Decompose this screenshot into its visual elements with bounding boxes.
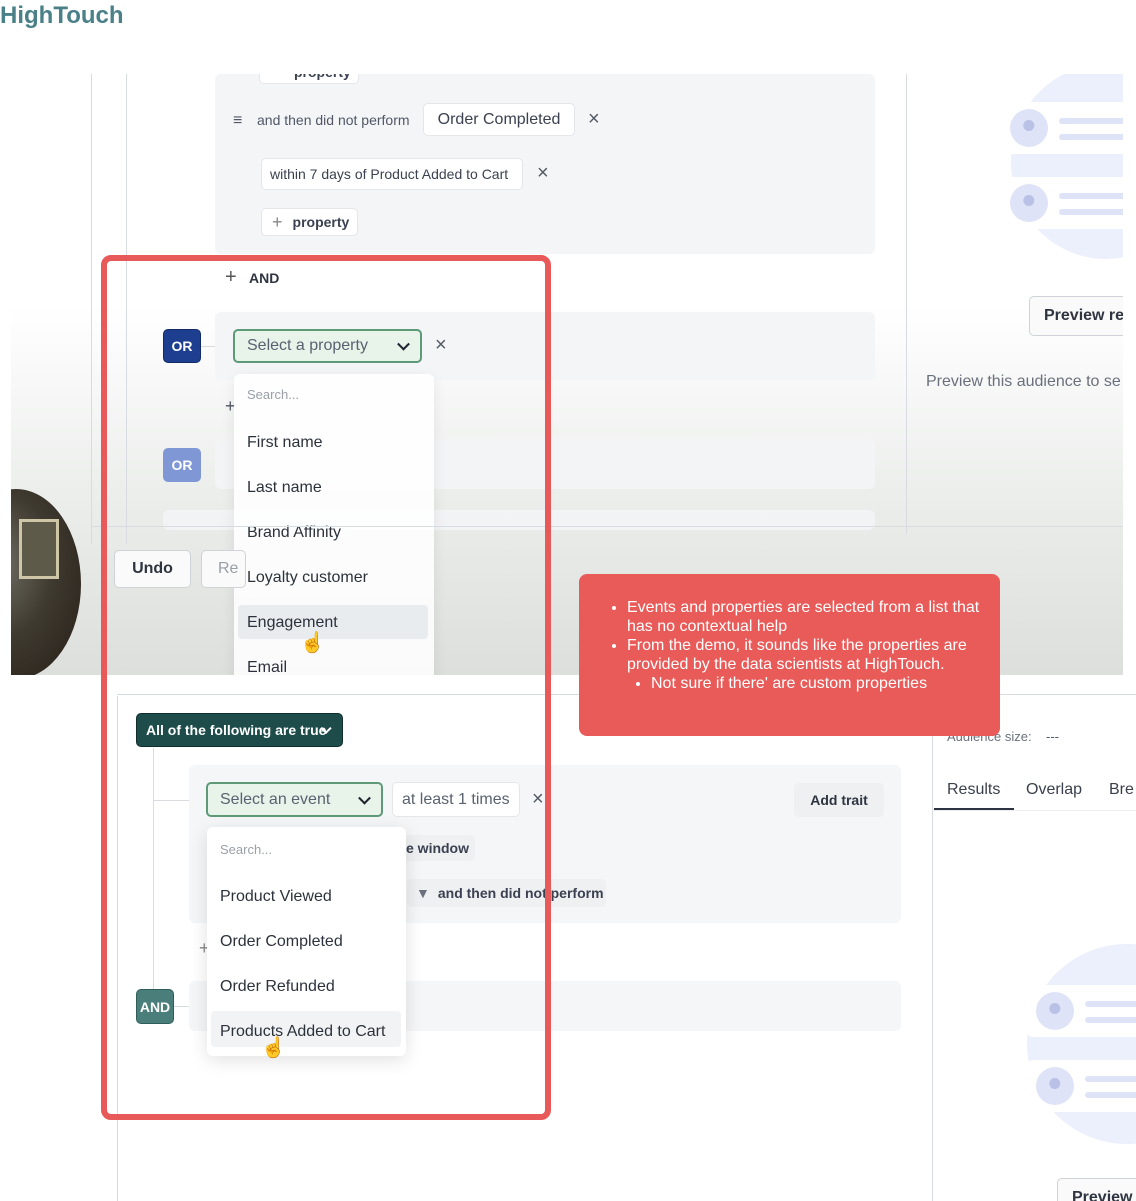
close-icon[interactable]: × — [588, 109, 600, 129]
placeholder-bar — [1085, 1092, 1136, 1098]
preview-results-button[interactable]: Preview re — [1029, 296, 1123, 336]
add-and-label[interactable]: AND — [249, 270, 279, 286]
placeholder-bar — [1085, 1017, 1136, 1023]
property-option[interactable]: First name — [247, 434, 323, 452]
preview-hint-text: Preview this audience to se — [926, 373, 1121, 390]
annotation-note: Events and properties are selected from … — [579, 574, 1000, 736]
avatar-icon — [1010, 184, 1048, 222]
plus-icon[interactable]: + — [225, 266, 237, 289]
placeholder-bar — [1085, 1001, 1136, 1007]
placeholder-bar — [1059, 118, 1123, 124]
event-dropdown-menu: Search... Product Viewed Order Completed… — [207, 827, 406, 1056]
event-option[interactable]: Order Refunded — [220, 978, 335, 996]
note-list: Events and properties are selected from … — [607, 598, 980, 693]
or-badge[interactable]: OR — [163, 329, 201, 363]
tree-line — [153, 800, 189, 801]
avatar-icon — [1010, 109, 1048, 147]
tree-line — [91, 74, 92, 544]
placeholder-bar — [1059, 209, 1123, 215]
tree-line — [153, 748, 154, 1008]
tab-breakdown[interactable]: Bre — [1109, 781, 1134, 799]
property-chip[interactable]: property — [259, 74, 359, 84]
hand-cursor-icon: ☝ — [300, 632, 325, 654]
bottom-screenshot: All of the following are true Select an … — [117, 676, 1136, 1201]
property-option[interactable]: Email — [247, 659, 287, 675]
add-property-button[interactable]: + property — [261, 208, 358, 236]
did-not-perform-label: and then did not perform — [257, 112, 410, 128]
avatar-icon — [1036, 992, 1074, 1030]
note-sublist: Not sure if there' are custom properties — [627, 674, 980, 693]
select-property-dropdown[interactable]: Select a property — [233, 329, 422, 363]
and-badge[interactable]: AND — [136, 989, 174, 1024]
webcam-overlay — [11, 489, 81, 675]
placeholder-bar — [1059, 134, 1123, 140]
chevron-down-icon — [397, 337, 410, 351]
placeholder-bar — [1085, 1076, 1136, 1082]
property-option[interactable]: Loyalty customer — [247, 569, 368, 587]
tab-results[interactable]: Results — [947, 781, 1000, 799]
avatar-icon — [1036, 1067, 1074, 1105]
filter-icon: ▼ — [416, 885, 430, 901]
event-option[interactable]: Order Completed — [220, 933, 343, 951]
footer-divider — [91, 526, 1123, 527]
note-bullet: From the demo, it sounds like the proper… — [627, 636, 980, 693]
all-following-true-dropdown[interactable]: All of the following are true — [136, 713, 343, 747]
undo-button[interactable]: Undo — [114, 550, 191, 588]
note-sub-bullet: Not sure if there' are custom properties — [651, 674, 980, 693]
hand-cursor-icon: ☝ — [261, 1037, 286, 1059]
order-completed-chip[interactable]: Order Completed — [423, 103, 575, 136]
add-trait-button[interactable]: Add trait — [794, 783, 884, 817]
tree-line — [174, 1006, 189, 1007]
event-option[interactable]: Products Added to Cart — [220, 1023, 385, 1041]
audience-size-value: --- — [1046, 729, 1059, 744]
tabs-divider — [932, 810, 1136, 811]
tree-line — [201, 346, 215, 347]
close-icon[interactable]: × — [532, 789, 544, 809]
close-icon[interactable]: × — [537, 163, 549, 183]
event-option[interactable]: Product Viewed — [220, 888, 332, 906]
select-event-dropdown[interactable]: Select an event — [206, 782, 383, 817]
panel-divider — [117, 696, 118, 1201]
note-bullet: Events and properties are selected from … — [627, 598, 980, 636]
plus-icon: + — [272, 211, 283, 232]
placeholder-bar — [1059, 193, 1123, 199]
time-window-chip[interactable]: e window — [397, 835, 475, 861]
did-not-perform-chip[interactable]: ▼ and then did not perform — [407, 879, 606, 907]
property-search-input[interactable]: Search... — [247, 387, 299, 402]
property-dropdown-menu: Search... First name Last name Brand Aff… — [234, 374, 434, 675]
preview-button[interactable]: Preview — [1057, 1178, 1136, 1201]
or-badge-faded[interactable]: OR — [163, 448, 201, 482]
brand-title: HighTouch — [0, 2, 124, 29]
empty-state-illustration — [1027, 944, 1136, 1144]
within-chip[interactable]: within 7 days of Product Added to Cart — [261, 158, 523, 190]
redo-button[interactable]: Re — [201, 550, 246, 588]
tree-line — [126, 74, 127, 544]
panel-divider — [932, 696, 933, 1201]
close-icon[interactable]: × — [435, 335, 447, 355]
property-option[interactable]: Last name — [247, 479, 322, 497]
picture-frame — [19, 519, 59, 579]
frequency-chip[interactable]: at least 1 times — [392, 782, 520, 817]
chevron-down-icon — [358, 791, 371, 805]
event-search-input[interactable]: Search... — [220, 842, 272, 857]
panel-divider — [906, 74, 907, 534]
tab-overlap[interactable]: Overlap — [1026, 781, 1082, 799]
filter-icon: ≡ — [233, 112, 243, 129]
